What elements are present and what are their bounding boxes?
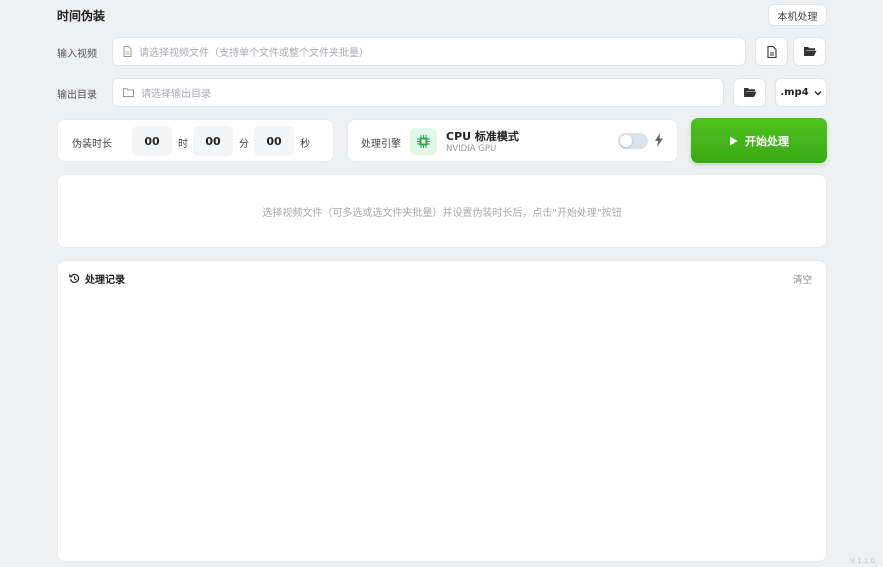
log-panel: 处理记录 清空 <box>57 260 827 562</box>
engine-name: CPU 标准模式 <box>446 130 519 143</box>
file-icon <box>766 45 777 58</box>
lightning-icon <box>655 133 663 147</box>
duration-card: 伪装时长 00 时 00 分 00 秒 <box>57 119 334 162</box>
folder-open-icon <box>743 88 756 97</box>
log-title: 处理记录 <box>85 275 125 286</box>
input-video-placeholder: 请选择视频文件（支持单个文件或整个文件夹批量） <box>139 48 369 59</box>
chip-icon <box>410 128 437 155</box>
output-dir-field[interactable]: 请选择输出目录 <box>112 78 724 107</box>
drop-zone[interactable]: 选择视频文件（可多选或选文件夹批量）并设置伪装时长后，点击"开始处理"按钮 <box>57 174 827 248</box>
engine-gpu-label: NVIDIA GPU <box>446 144 497 154</box>
duration-label: 伪装时长 <box>72 139 112 150</box>
seconds-unit: 秒 <box>300 139 310 150</box>
history-icon <box>69 273 80 283</box>
start-process-label: 开始处理 <box>745 134 789 148</box>
minutes-unit: 分 <box>239 139 249 150</box>
page-title: 时间伪装 <box>57 9 106 23</box>
seconds-input[interactable]: 00 <box>254 126 294 156</box>
version-label: V 1.1.0 <box>850 557 875 565</box>
chevron-down-icon <box>814 90 822 95</box>
output-dir-label: 输出目录 <box>57 90 97 101</box>
toggle-knob <box>620 135 632 147</box>
gpu-toggle[interactable] <box>618 133 648 149</box>
hours-unit: 时 <box>178 139 188 150</box>
input-video-label: 输入视频 <box>57 49 97 60</box>
local-process-button[interactable]: 本机处理 <box>768 4 827 26</box>
file-icon <box>123 46 132 57</box>
drop-hint: 选择视频文件（可多选或选文件夹批量）并设置伪装时长后，点击"开始处理"按钮 <box>262 207 622 219</box>
folder-open-icon <box>803 47 816 56</box>
play-icon <box>730 136 738 145</box>
format-select-value: .mp4 <box>780 87 809 98</box>
hours-input[interactable]: 00 <box>132 126 172 156</box>
clear-log-button[interactable]: 清空 <box>793 272 812 286</box>
folder-icon <box>123 88 134 97</box>
start-process-button[interactable]: 开始处理 <box>691 118 827 163</box>
select-file-button[interactable] <box>755 37 788 66</box>
select-output-folder-button[interactable] <box>733 78 766 107</box>
engine-card: 处理引擎 CPU 标准模式 NVIDIA GPU <box>347 119 678 162</box>
select-folder-button[interactable] <box>793 37 826 66</box>
format-select[interactable]: .mp4 <box>775 78 827 107</box>
output-dir-placeholder: 请选择输出目录 <box>141 89 211 100</box>
engine-label: 处理引擎 <box>361 139 401 150</box>
log-header: 处理记录 <box>69 271 125 286</box>
minutes-input[interactable]: 00 <box>193 126 233 156</box>
input-video-field[interactable]: 请选择视频文件（支持单个文件或整个文件夹批量） <box>112 37 746 66</box>
